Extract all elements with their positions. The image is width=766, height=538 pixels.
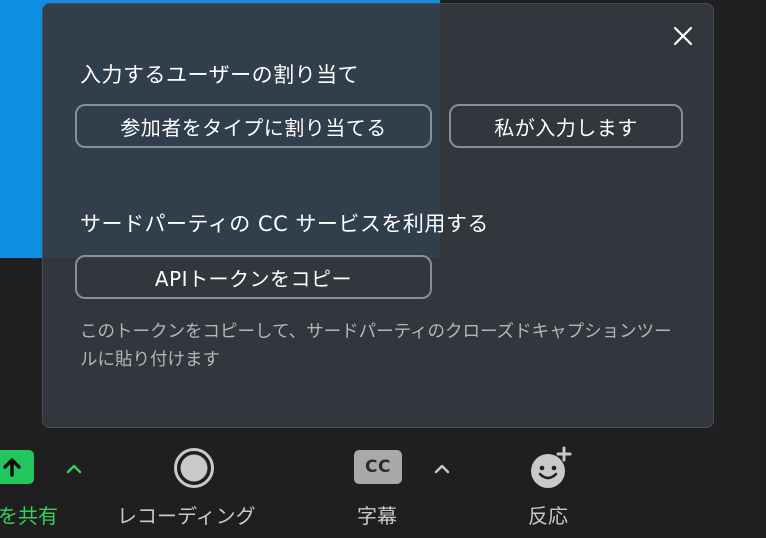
share-screen-icon[interactable] xyxy=(0,450,34,484)
share-options-chevron-up-icon[interactable] xyxy=(66,460,82,474)
assign-participant-button[interactable]: 参加者をタイプに割り当てる xyxy=(75,104,432,148)
caption-options-chevron-up-icon[interactable] xyxy=(434,460,450,474)
meeting-toolbar: を共有 レコーディング CC 字幕 反応 xyxy=(0,432,766,538)
helper-text: このトークンをコピーして、サードパーティのクローズドキャプションツールに貼り付け… xyxy=(80,322,672,370)
record-label[interactable]: レコーディング xyxy=(117,500,256,529)
emoji-reaction-icon[interactable] xyxy=(526,444,574,492)
closed-caption-popup: 入力するユーザーの割り当て 参加者をタイプに割り当てる 私が入力します サードパ… xyxy=(42,3,714,428)
i-will-type-button[interactable]: 私が入力します xyxy=(449,104,683,148)
record-icon[interactable] xyxy=(172,446,216,490)
assign-section-title: 入力するユーザーの割り当て xyxy=(80,63,360,87)
zoom-window: 入力するユーザーの割り当て 参加者をタイプに割り当てる 私が入力します サードパ… xyxy=(0,0,766,538)
share-label[interactable]: を共有 xyxy=(0,500,58,529)
third-party-section-title: サードパーティの CC サービスを利用する xyxy=(80,212,489,236)
closed-caption-icon[interactable]: CC xyxy=(354,450,402,484)
captions-label[interactable]: 字幕 xyxy=(357,500,397,529)
close-icon[interactable] xyxy=(671,24,695,48)
copy-api-token-button[interactable]: APIトークンをコピー xyxy=(75,255,432,299)
reactions-label[interactable]: 反応 xyxy=(528,500,568,529)
